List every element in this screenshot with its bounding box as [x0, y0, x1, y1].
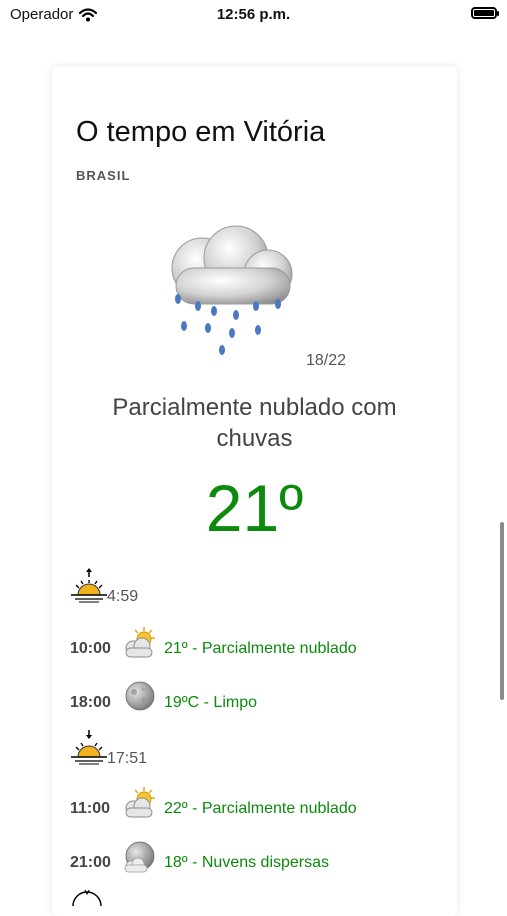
current-condition: Parcialmente nublado com chuvas	[112, 394, 397, 452]
forecast-time: 10:00	[70, 640, 111, 657]
forecast-row: 11:00 22º - Parcialmente nublado	[70, 786, 450, 826]
forecast-time: 11:00	[70, 800, 111, 817]
forecast-row: 21:00 18º - Nuvens dispersas	[70, 840, 450, 880]
page-title: O tempo em Vitória	[76, 116, 326, 148]
current-temperature: 21º	[205, 471, 304, 545]
sunrise-icon	[71, 568, 107, 603]
weather-card: O tempo em Vitória BRASIL 18/22 Parcialm…	[52, 66, 457, 916]
forecast-time: 18:00	[70, 694, 111, 711]
min-max-temperature: 18/22	[306, 352, 347, 369]
forecast-description: 18º - Nuvens dispersas	[164, 854, 330, 871]
forecast-description: 21º - Parcialmente nublado	[164, 640, 357, 657]
partly-cloudy-icon	[125, 627, 155, 658]
battery-icon	[471, 7, 499, 19]
forecast-description: 22º - Parcialmente nublado	[164, 800, 357, 817]
sunset-icon	[71, 730, 107, 765]
forecast-time: 21:00	[70, 854, 111, 871]
forecast-row: 18:00 19ºC - Limpo	[70, 680, 450, 720]
partly-cloudy-icon	[125, 787, 155, 818]
cloudy-moon-icon	[124, 841, 155, 873]
forecast-description: 19ºC - Limpo	[164, 694, 257, 711]
sunrise-time: 4:59	[107, 588, 139, 605]
country-label: BRASIL	[76, 168, 131, 183]
compass-icon	[72, 889, 102, 907]
rain-cloud-icon	[171, 225, 293, 355]
sunset-time: 17:51	[107, 750, 148, 767]
forecast-row: 10:00 21º - Parcialmente nublado	[70, 626, 450, 666]
scrollbar[interactable]	[500, 522, 504, 700]
clock: 12:56 p.m.	[216, 6, 291, 23]
moon-icon	[125, 681, 155, 711]
status-bar: Operador 12:56 p.m.	[0, 0, 507, 28]
